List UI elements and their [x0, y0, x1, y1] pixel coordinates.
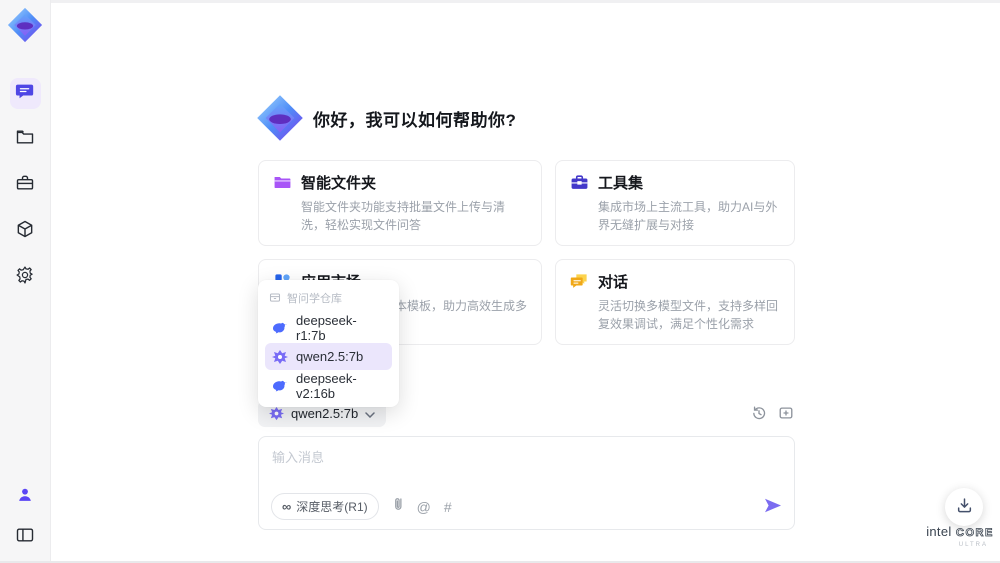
- composer-panel: 输入消息 ∞ 深度思考(R1) @ #: [258, 436, 795, 530]
- qwen-icon: [269, 406, 284, 421]
- new-window-icon[interactable]: [778, 405, 794, 421]
- card-toolset[interactable]: 工具集 集成市场上主流工具，助力AI与外界无缝扩展与对接: [555, 160, 795, 246]
- folder-outline-icon: [15, 127, 35, 152]
- qwen-icon: [272, 349, 288, 365]
- card-title: 对话: [598, 274, 629, 291]
- model-option-deepseek-v2[interactable]: deepseek-v2:16b: [265, 370, 392, 401]
- deep-think-toggle[interactable]: ∞ 深度思考(R1): [271, 493, 379, 520]
- card-title: 工具集: [598, 175, 644, 192]
- card-smart-folder[interactable]: 智能文件夹 智能文件夹功能支持批量文件上传与清洗，轻松实现文件问答: [258, 160, 543, 246]
- deepseek-icon: [272, 320, 288, 336]
- panel-layout-icon: [15, 525, 35, 550]
- selected-model-label: qwen2.5:7b: [291, 406, 359, 421]
- conversation-actions: [751, 405, 794, 421]
- chevron-down-icon: [365, 406, 375, 421]
- core-wordmark: CORE: [956, 527, 994, 540]
- intel-core-logo: intel CORE ULTRA: [926, 523, 994, 548]
- hash-icon[interactable]: #: [444, 500, 452, 514]
- send-button[interactable]: [764, 498, 782, 516]
- model-option-label: deepseek-r1:7b: [296, 312, 357, 343]
- app-logo-icon: [7, 7, 43, 43]
- download-fab[interactable]: [945, 488, 983, 526]
- deep-think-icon: ∞: [282, 499, 292, 514]
- card-dialogue[interactable]: 对话 灵活切换多模型文件，支持多样回复效果调试，满足个性化需求: [555, 259, 795, 345]
- paperclip-icon[interactable]: [393, 496, 404, 517]
- sidebar-item-account[interactable]: [10, 482, 41, 513]
- deepseek-icon: [272, 378, 288, 394]
- greeting-text: 你好，我可以如何帮助你?: [313, 110, 517, 130]
- user-icon: [15, 485, 35, 510]
- sidebar-item-toolbox[interactable]: [10, 170, 41, 201]
- sidebar-nav: [0, 78, 50, 293]
- model-option-label: qwen2.5:7b: [296, 349, 364, 364]
- sidebar-item-models[interactable]: [10, 216, 41, 247]
- model-option-label: deepseek-v2:16b: [296, 370, 357, 401]
- composer-icons: @ #: [393, 496, 452, 517]
- window-top-edge: [50, 0, 1000, 3]
- composer-toolbar: ∞ 深度思考(R1) @ #: [271, 493, 782, 520]
- download-icon: [956, 497, 973, 517]
- send-icon: [764, 498, 782, 516]
- model-option-deepseek-r1[interactable]: deepseek-r1:7b: [265, 312, 392, 343]
- cube-icon: [15, 219, 35, 244]
- mention-icon[interactable]: @: [417, 500, 431, 514]
- briefcase-icon: [570, 173, 589, 192]
- deep-think-label: 深度思考(R1): [296, 500, 368, 514]
- chat-icon: [15, 81, 35, 106]
- model-dropdown-header: 智问学仓库: [265, 288, 392, 312]
- repository-icon: [269, 291, 281, 306]
- chat-bubble-icon: [570, 272, 589, 291]
- card-description-partial: 本模板，助力高效生成多: [395, 299, 528, 313]
- sidebar-item-chat[interactable]: [9, 78, 41, 109]
- model-dropdown: 智问学仓库 deepseek-r1:7b qwen2.5:7b deepseek…: [258, 280, 399, 407]
- sidebar-item-settings[interactable]: [10, 262, 41, 293]
- sidebar-item-collapse-panel[interactable]: [10, 522, 41, 553]
- ultra-wordmark: ULTRA: [958, 542, 988, 548]
- card-description: 集成市场上主流工具，助力AI与外界无缝扩展与对接: [598, 200, 778, 232]
- sidebar: [0, 0, 51, 563]
- briefcase-outline-icon: [15, 173, 35, 198]
- folder-icon: [273, 173, 292, 192]
- card-title: 智能文件夹: [301, 175, 377, 192]
- card-description: 智能文件夹功能支持批量文件上传与清洗，轻松实现文件问答: [301, 200, 506, 232]
- greeting-logo-icon: [256, 94, 304, 142]
- gear-icon: [15, 265, 35, 290]
- history-icon[interactable]: [751, 405, 767, 421]
- card-description: 灵活切换多模型文件，支持多样回复效果调试，满足个性化需求: [598, 299, 779, 331]
- message-input[interactable]: 输入消息: [272, 447, 324, 466]
- model-option-qwen[interactable]: qwen2.5:7b: [265, 343, 392, 370]
- greeting: 你好，我可以如何帮助你?: [256, 94, 516, 142]
- sidebar-bottom: [0, 482, 50, 553]
- intel-wordmark: intel: [926, 524, 952, 539]
- model-dropdown-header-label: 智问学仓库: [287, 293, 342, 305]
- sidebar-item-folders[interactable]: [10, 124, 41, 155]
